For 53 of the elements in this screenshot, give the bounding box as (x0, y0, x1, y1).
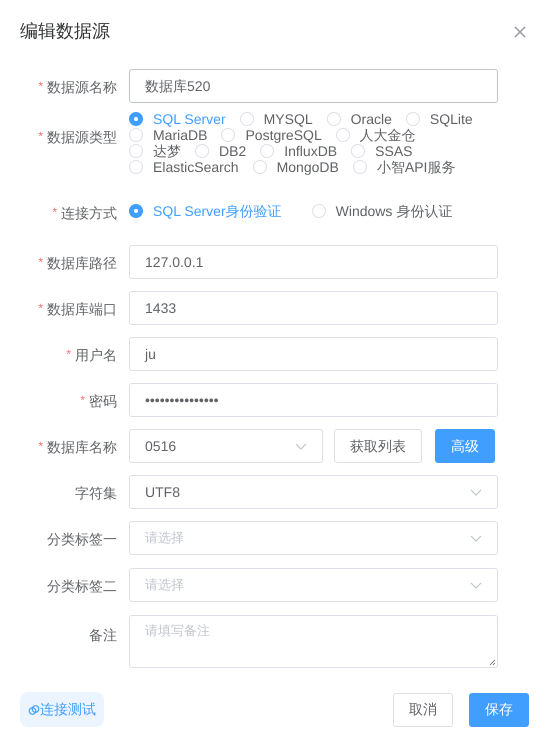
radio-option[interactable]: PostgreSQL (221, 127, 322, 143)
field-label: 分类标签一 (47, 530, 117, 549)
radio-option[interactable]: ElasticSearch (129, 159, 239, 175)
radio-option[interactable]: MongoDB (252, 159, 339, 175)
field-label: 数据源类型 (47, 128, 117, 147)
field-label: 分类标签二 (47, 577, 117, 596)
radio-option[interactable]: InfluxDB (260, 143, 338, 159)
radio-option[interactable]: 小智API服务 (352, 159, 456, 175)
required-mark: * (52, 204, 57, 221)
input-field[interactable]: 数据库520 (129, 69, 498, 103)
required-mark: * (66, 346, 71, 363)
radio-option[interactable]: SSAS (351, 143, 413, 159)
fetch-list-button[interactable]: 获取列表 (334, 429, 422, 463)
radio-option[interactable]: MYSQL (240, 111, 313, 127)
required-mark: * (38, 438, 43, 455)
required-mark: * (80, 392, 85, 409)
chevron-down-icon (295, 442, 307, 450)
radio-option[interactable]: SQLite (406, 111, 473, 127)
required-mark: * (38, 300, 43, 317)
input-field[interactable]: 127.0.0.1 (129, 245, 498, 279)
field-label: 密码 (89, 392, 117, 411)
radio-option[interactable]: 达梦 (129, 143, 181, 159)
radio-button[interactable] (129, 204, 143, 218)
close-icon[interactable] (514, 26, 526, 38)
radio-option[interactable]: DB2 (195, 143, 246, 159)
select-field[interactable]: 0516 (129, 429, 323, 463)
field-label: 字符集 (75, 484, 117, 503)
field-label: 数据库名称 (47, 438, 117, 457)
radio-option[interactable]: Windows 身份认证 (312, 203, 452, 219)
required-mark: * (38, 128, 43, 145)
resize-handle-icon[interactable] (489, 659, 496, 666)
field-label: 备注 (89, 626, 117, 645)
input-field[interactable]: 1433 (129, 291, 498, 325)
chevron-down-icon (470, 534, 482, 542)
field-label: 连接方式 (61, 204, 117, 223)
cancel-button[interactable]: 取消 (393, 692, 453, 726)
field-label: 用户名 (75, 346, 117, 365)
input-field[interactable]: ju (129, 337, 498, 371)
radio-button[interactable] (129, 112, 143, 126)
dialog-title: 编辑数据源 (20, 20, 110, 43)
password-field[interactable]: ••••••••••••••• (129, 383, 498, 417)
select-field[interactable]: UTF8 (129, 475, 498, 509)
radio-option[interactable]: Oracle (326, 111, 392, 127)
link-icon (28, 704, 40, 716)
radio-option[interactable]: 人大金仓 (336, 127, 416, 143)
chevron-down-icon (470, 582, 482, 588)
required-mark: * (38, 78, 43, 95)
radio-option[interactable]: MariaDB (129, 127, 208, 143)
field-label: 数据库端口 (47, 300, 117, 319)
chevron-down-icon (470, 488, 482, 496)
field-label: 数据源名称 (47, 78, 117, 97)
field-label: 数据库路径 (47, 254, 117, 273)
required-mark: * (38, 254, 43, 271)
